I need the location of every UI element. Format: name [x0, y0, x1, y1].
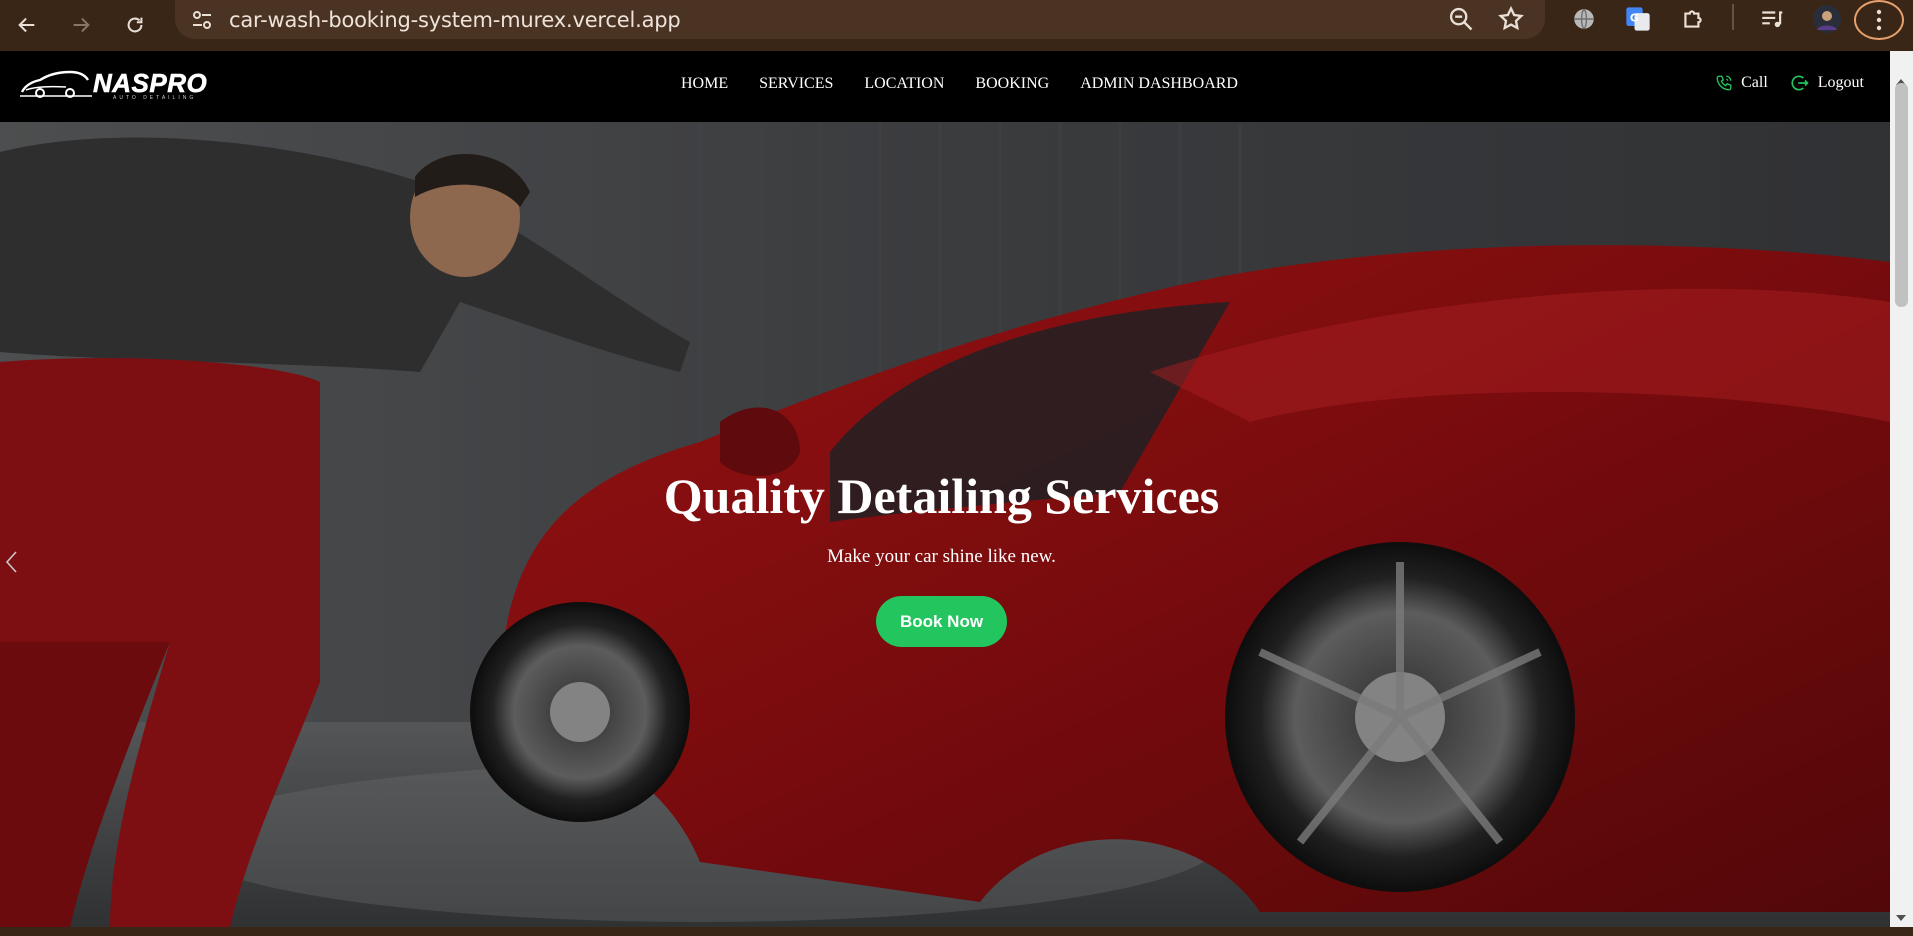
more-vert-icon	[1876, 9, 1882, 31]
tune-icon	[193, 11, 211, 29]
main-nav: HOME SERVICES LOCATION BOOKING ADMIN DAS…	[681, 75, 1269, 93]
bookmark-button[interactable]	[1497, 5, 1525, 38]
nav-location[interactable]: LOCATION	[864, 75, 944, 93]
back-button[interactable]	[13, 11, 41, 39]
avatar	[1813, 5, 1841, 33]
hero-title: Quality Detailing Services	[663, 468, 1220, 524]
nav-booking[interactable]: BOOKING	[975, 75, 1049, 93]
forward-button[interactable]	[67, 11, 95, 39]
hero-carousel: Quality Detailing Services Make your car…	[0, 122, 1890, 927]
logout-button[interactable]: Logout	[1790, 73, 1864, 93]
globe-icon	[1574, 8, 1594, 30]
call-label: Call	[1741, 74, 1768, 91]
browser-toolbar: car-wash-booking-system-murex.vercel.app…	[0, 0, 1913, 51]
site-info-button[interactable]	[189, 7, 215, 33]
zoom-out-icon	[1449, 7, 1473, 31]
address-bar[interactable]: car-wash-booking-system-murex.vercel.app	[175, 0, 1545, 39]
toolbar-divider	[1732, 4, 1734, 30]
site-logo[interactable]: NASPRO AUTO DETAILING	[18, 64, 223, 104]
translate-extension-button[interactable]	[1567, 2, 1601, 36]
media-control-button[interactable]	[1755, 2, 1789, 36]
profile-button[interactable]	[1810, 2, 1844, 36]
arrow-right-icon	[73, 17, 90, 33]
nav-services[interactable]: SERVICES	[759, 75, 833, 93]
scroll-down-arrow-icon[interactable]	[1896, 915, 1906, 921]
car-logo-icon	[20, 70, 92, 98]
star-icon	[1498, 5, 1524, 31]
nav-admin-dashboard[interactable]: ADMIN DASHBOARD	[1080, 75, 1238, 93]
reload-button[interactable]	[121, 11, 149, 39]
hero-subtitle: Make your car shine like new.	[827, 546, 1056, 567]
puzzle-icon	[1684, 10, 1702, 28]
call-button[interactable]: Call	[1715, 74, 1768, 92]
playlist-icon	[1762, 11, 1783, 28]
logout-icon	[1791, 75, 1809, 91]
book-now-button[interactable]: Book Now	[876, 596, 1007, 647]
nav-home[interactable]: HOME	[681, 75, 728, 93]
svg-text:G: G	[1630, 12, 1639, 24]
browser-menu-button[interactable]	[1854, 0, 1904, 40]
arrow-left-icon	[18, 17, 35, 33]
window-bottom-edge	[0, 927, 1913, 936]
scroll-thumb[interactable]	[1895, 83, 1908, 307]
header-actions: Call Logout	[1693, 73, 1864, 93]
page-scrollbar[interactable]	[1890, 51, 1913, 927]
site-header: NASPRO AUTO DETAILING HOME SERVICES LOCA…	[0, 51, 1890, 122]
zoom-button[interactable]	[1447, 5, 1475, 38]
logo-tagline: AUTO DETAILING	[113, 95, 197, 101]
google-translate-button[interactable]: G	[1621, 2, 1655, 36]
url-text[interactable]: car-wash-booking-system-murex.vercel.app	[229, 8, 681, 32]
reload-icon	[127, 17, 143, 33]
logout-label: Logout	[1817, 74, 1864, 91]
phone-icon	[1716, 75, 1732, 91]
extensions-button[interactable]	[1676, 2, 1710, 36]
google-translate-icon: G	[1626, 7, 1650, 31]
